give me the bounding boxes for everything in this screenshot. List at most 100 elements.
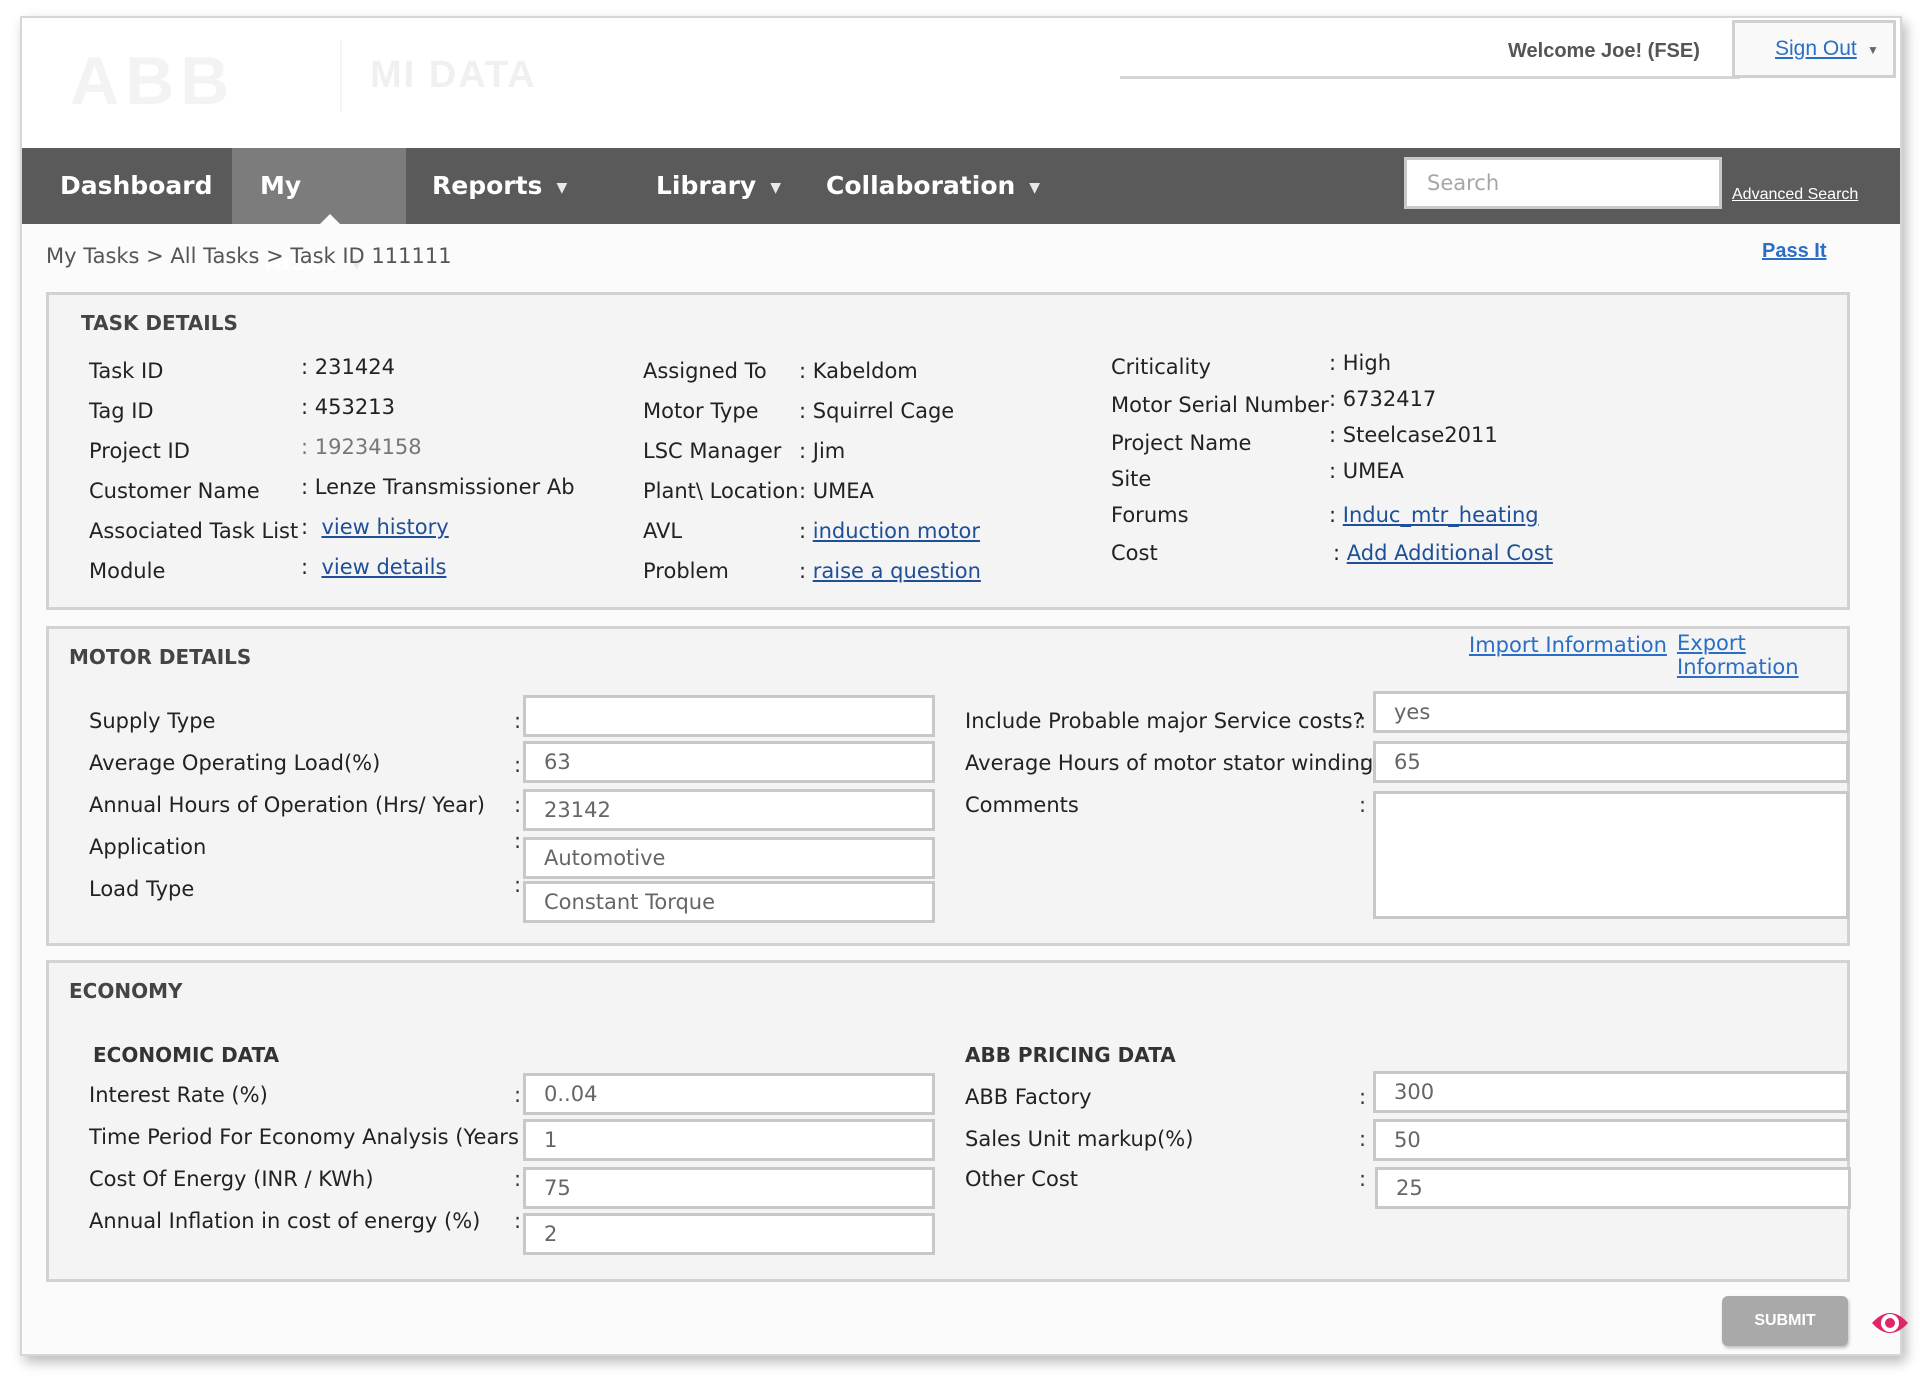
label-project-id: Project ID xyxy=(89,439,190,463)
label-other-cost: Other Cost xyxy=(965,1167,1078,1191)
value-customer-name: : Lenze Transmissioner Ab xyxy=(301,475,575,499)
interest-rate-field[interactable]: 0..04 xyxy=(523,1073,935,1115)
label-sales-unit-markup: Sales Unit markup(%) xyxy=(965,1127,1194,1151)
include-service-costs-field[interactable]: yes xyxy=(1373,691,1849,733)
label-assigned-to: Assigned To xyxy=(643,359,767,383)
nav-my-tasks[interactable]: My Tasks ▼ xyxy=(232,148,406,276)
chevron-down-icon: ▼ xyxy=(1029,180,1041,196)
label-include-service-costs: Include Probable major Service costs? xyxy=(965,709,1364,733)
label-associated-task-list: Associated Task List xyxy=(89,519,299,543)
chevron-down-icon: ▼ xyxy=(556,180,568,196)
nav-collaboration[interactable]: Collaboration ▼ xyxy=(826,148,1040,224)
sign-out-link[interactable]: Sign Out xyxy=(1775,37,1857,61)
label-avl: AVL xyxy=(643,519,683,543)
breadcrumb: My Tasks > All Tasks > Task ID 111111 xyxy=(46,244,452,268)
label-supply-type: Supply Type xyxy=(89,709,216,733)
average-hours-stator-field[interactable]: 65 xyxy=(1373,741,1849,783)
abb-pricing-data-title: ABB PRICING DATA xyxy=(965,1043,1176,1067)
label-tag-id: Tag ID xyxy=(89,399,154,423)
cost: : Add Additional Cost xyxy=(1333,541,1553,565)
value-project-id: : 19234158 xyxy=(301,435,422,459)
value-tag-id: : 453213 xyxy=(301,395,395,419)
sales-unit-markup-field[interactable]: 50 xyxy=(1373,1119,1849,1161)
app-window: ABB MI DATA Welcome Joe! (FSE) Sign Out … xyxy=(20,16,1908,1356)
chevron-down-icon[interactable]: ▼ xyxy=(1867,43,1879,57)
problem: : raise a question xyxy=(799,559,981,583)
avl: : induction motor xyxy=(799,519,981,543)
value-task-id: : 231424 xyxy=(301,355,395,379)
header: ABB MI DATA Welcome Joe! (FSE) Sign Out … xyxy=(22,18,1900,148)
label-task-id: Task ID xyxy=(89,359,164,383)
nav-label: Reports xyxy=(432,171,543,200)
economy-section: ECONOMY ECONOMIC DATA ABB PRICING DATA I… xyxy=(46,960,1851,1282)
label-interest-rate: Interest Rate (%) xyxy=(89,1083,268,1107)
annual-hours-field[interactable]: 23142 xyxy=(523,789,935,831)
label-plant-location: Plant\ Location xyxy=(643,479,799,503)
chevron-down-icon: ▼ xyxy=(770,180,782,196)
import-information-link[interactable]: Import Information xyxy=(1469,633,1667,657)
economic-data-title: ECONOMIC DATA xyxy=(93,1043,280,1067)
label-module: Module xyxy=(89,559,166,583)
label-site: Site xyxy=(1111,467,1152,491)
label-abb-factory: ABB Factory xyxy=(965,1085,1092,1109)
value-site: : UMEA xyxy=(1329,459,1404,483)
label-average-operating-load: Average Operating Load(%) xyxy=(89,751,381,775)
nav-reports[interactable]: Reports ▼ xyxy=(432,148,572,224)
induction-motor-link[interactable]: induction motor xyxy=(813,519,980,543)
view-details-link[interactable]: view details xyxy=(321,555,446,579)
module: : view details xyxy=(301,555,447,579)
other-cost-field[interactable]: 25 xyxy=(1375,1167,1851,1209)
label-cost-of-energy: Cost Of Energy (INR / KWh) xyxy=(89,1167,374,1191)
average-operating-load-field[interactable]: 63 xyxy=(523,741,935,783)
advanced-search-link[interactable]: Advanced Search xyxy=(1732,186,1858,204)
label-project-name: Project Name xyxy=(1111,431,1252,455)
supply-type-field[interactable] xyxy=(523,695,935,737)
value-motor-serial-number: : 6732417 xyxy=(1329,387,1437,411)
raise-question-link[interactable]: raise a question xyxy=(813,559,981,583)
export-information-link[interactable]: Export Information xyxy=(1677,631,1847,679)
pass-it-link[interactable]: Pass It xyxy=(1762,240,1826,263)
product-name: MI DATA xyxy=(370,54,537,96)
label-load-type: Load Type xyxy=(89,877,195,901)
label-forums: Forums xyxy=(1111,503,1189,527)
label-cost: Cost xyxy=(1111,541,1158,565)
value-assigned-to: : Kabeldom xyxy=(799,359,918,383)
main-nav: Dashboard My Tasks ▼ Reports ▼ Library ▼ Co… xyxy=(22,148,1900,276)
motor-details-section: MOTOR DETAILS Import Information Export … xyxy=(46,626,1850,946)
forum-link[interactable]: Induc_mtr_heating xyxy=(1343,503,1539,527)
section-title: TASK DETAILS xyxy=(81,311,238,335)
comments-textarea[interactable] xyxy=(1373,791,1849,919)
forums: : Induc_mtr_heating xyxy=(1329,503,1539,527)
associated-task-list: : view history xyxy=(301,515,449,539)
nav-dashboard[interactable]: Dashboard xyxy=(22,148,212,224)
eye-icon[interactable] xyxy=(1870,1303,1910,1343)
label-motor-serial-number: Motor Serial Number xyxy=(1111,393,1329,417)
value-plant-location: : UMEA xyxy=(799,479,874,503)
application-field[interactable]: Automotive xyxy=(523,837,935,879)
label-customer-name: Customer Name xyxy=(89,479,260,503)
label-average-hours-stator: Average Hours of motor stator winding xyxy=(965,751,1374,775)
welcome-text: Welcome Joe! (FSE) xyxy=(1508,40,1700,62)
cost-of-energy-field[interactable]: 75 xyxy=(523,1167,935,1209)
abb-factory-field[interactable]: 300 xyxy=(1373,1071,1849,1113)
load-type-field[interactable]: Constant Torque xyxy=(523,881,935,923)
header-divider xyxy=(1120,76,1740,79)
annual-inflation-field[interactable]: 2 xyxy=(523,1213,935,1255)
label-comments: Comments xyxy=(965,793,1079,817)
submit-button[interactable]: SUBMIT xyxy=(1722,1296,1848,1346)
view-history-link[interactable]: view history xyxy=(321,515,448,539)
search-input[interactable] xyxy=(1404,157,1722,209)
nav-library[interactable]: Library ▼ xyxy=(656,148,786,224)
time-period-field[interactable]: 1 xyxy=(523,1119,935,1161)
value-lsc-manager: : Jim xyxy=(799,439,846,463)
label-problem: Problem xyxy=(643,559,729,583)
label-criticality: Criticality xyxy=(1111,355,1211,379)
label-annual-hours: Annual Hours of Operation (Hrs/ Year) xyxy=(89,793,485,817)
label-application: Application xyxy=(89,835,207,859)
nav-label: Dashboard xyxy=(60,171,213,200)
logo: ABB xyxy=(70,43,236,119)
add-additional-cost-link[interactable]: Add Additional Cost xyxy=(1347,541,1553,565)
sign-out-box[interactable]: Sign Out ▼ xyxy=(1732,20,1896,78)
label-annual-inflation: Annual Inflation in cost of energy (%) xyxy=(89,1209,481,1233)
value-motor-type: : Squirrel Cage xyxy=(799,399,955,423)
